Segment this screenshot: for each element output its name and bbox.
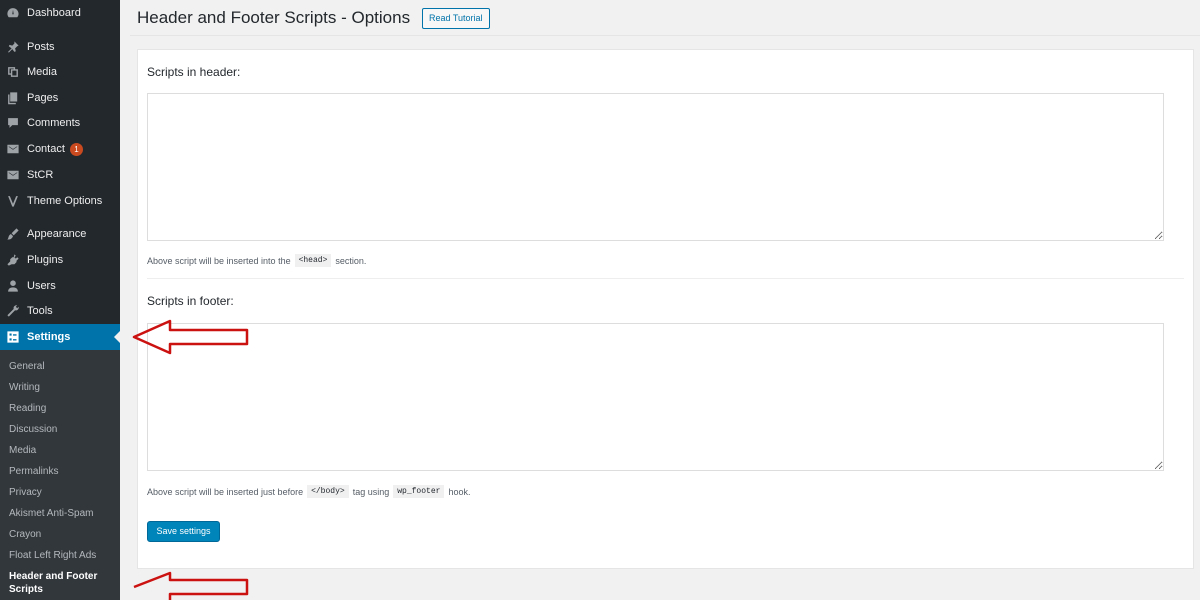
submenu-item-writing[interactable]: Writing — [9, 381, 117, 394]
header-scripts-title: Scripts in header: — [147, 65, 241, 79]
submenu-item-permalinks[interactable]: Permalinks — [9, 465, 117, 478]
sidebar-item-label: Media — [27, 66, 57, 78]
header-scripts-description: Above script will be inserted into the <… — [147, 254, 366, 267]
desc-text: Above script will be inserted into the — [147, 255, 291, 266]
footer-scripts-input[interactable] — [147, 323, 1164, 471]
submenu-item-akismet[interactable]: Akismet Anti-Spam — [9, 507, 117, 520]
settings-icon — [6, 330, 20, 344]
sidebar-item-tools[interactable]: Tools — [0, 299, 120, 323]
submenu-item-crayon[interactable]: Crayon — [9, 528, 117, 541]
dashboard-icon — [6, 6, 20, 20]
sidebar-item-label: Plugins — [27, 254, 64, 266]
sidebar-item-label: Pages — [27, 92, 59, 104]
wrench-icon — [6, 304, 20, 318]
sidebar-item-label: Settings — [27, 331, 71, 343]
sidebar-item-label: StCR — [27, 169, 54, 181]
active-pointer — [114, 330, 121, 344]
sidebar-item-comments[interactable]: Comments — [0, 111, 120, 135]
sidebar-item-pages[interactable]: Pages — [0, 86, 120, 110]
page-title: Header and Footer Scripts - Options — [137, 8, 411, 27]
desc-text: tag using — [352, 486, 390, 497]
header-scripts-input[interactable] — [147, 93, 1164, 241]
media-icon — [6, 65, 20, 79]
submenu-item-reading[interactable]: Reading — [9, 402, 117, 415]
arrow-icon — [132, 319, 249, 355]
sidebar-item-label: Dashboard — [27, 7, 81, 19]
header-divider — [130, 35, 1200, 36]
desc-text: hook. — [448, 486, 471, 497]
sidebar-item-media[interactable]: Media — [0, 60, 120, 84]
sidebar-item-appearance[interactable]: Appearance — [0, 222, 120, 246]
notification-badge: 1 — [69, 142, 83, 156]
sidebar-item-dashboard[interactable]: Dashboard — [0, 1, 120, 25]
save-settings-button[interactable]: Save settings — [147, 521, 220, 542]
body-tag-code: </body> — [307, 485, 349, 498]
sidebar-item-label: Users — [27, 280, 56, 292]
wp-footer-code: wp_footer — [393, 485, 445, 498]
sidebar-item-label: Appearance — [27, 228, 87, 240]
sidebar-item-plugins[interactable]: Plugins — [0, 248, 120, 272]
sidebar-item-label: Contact — [27, 143, 65, 155]
sidebar-item-label: Comments — [27, 117, 81, 129]
sidebar-item-contact[interactable]: Contact 1 — [0, 137, 120, 161]
mail-icon — [6, 168, 20, 182]
mail-icon — [6, 142, 20, 156]
user-icon — [6, 279, 20, 293]
sidebar-item-users[interactable]: Users — [0, 274, 120, 298]
admin-sidebar: Dashboard Posts Media Pages Comments Con… — [0, 0, 121, 600]
footer-scripts-title: Scripts in footer: — [147, 294, 234, 308]
footer-scripts-description: Above script will be inserted just befor… — [147, 485, 470, 498]
comment-icon — [6, 116, 20, 130]
submenu-item-privacy[interactable]: Privacy — [9, 486, 117, 499]
submenu-item-general[interactable]: General — [9, 360, 117, 373]
sidebar-item-theme-options[interactable]: Theme Options — [0, 189, 120, 213]
desc-text: section. — [335, 255, 367, 266]
sidebar-item-posts[interactable]: Posts — [0, 35, 120, 59]
brush-icon — [6, 227, 20, 241]
arrow-icon — [133, 571, 249, 600]
section-divider — [147, 278, 1184, 279]
submenu-item-header-footer-scripts[interactable]: Header and Footer Scripts — [9, 570, 117, 596]
plugin-icon — [6, 253, 20, 267]
submenu-item-media[interactable]: Media — [9, 444, 117, 457]
desc-text: Above script will be inserted just befor… — [147, 486, 304, 497]
submenu-item-discussion[interactable]: Discussion — [9, 423, 117, 436]
pin-icon — [6, 40, 20, 54]
sidebar-item-label: Posts — [27, 41, 55, 53]
settings-submenu: General Writing Reading Discussion Media… — [0, 350, 120, 600]
head-tag-code: <head> — [294, 254, 332, 267]
v-icon — [6, 194, 20, 208]
read-tutorial-button[interactable]: Read Tutorial — [422, 8, 490, 29]
sidebar-item-label: Theme Options — [27, 195, 103, 207]
sidebar-item-label: Tools — [27, 305, 53, 317]
submenu-item-float-left-right-ads[interactable]: Float Left Right Ads — [9, 549, 117, 562]
sidebar-item-settings[interactable]: Settings — [0, 324, 121, 350]
sidebar-item-stcr[interactable]: StCR — [0, 163, 120, 187]
pages-icon — [6, 91, 20, 105]
